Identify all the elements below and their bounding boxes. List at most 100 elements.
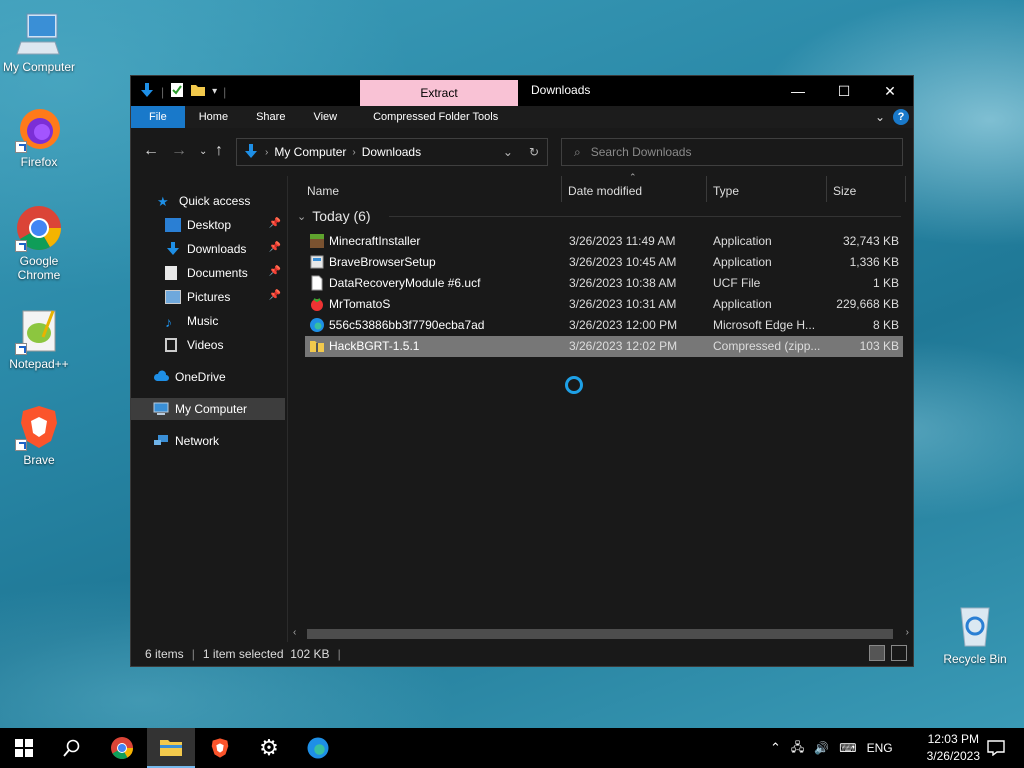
file-row-hackbgrt[interactable]: HackBGRT-1.5.1 3/26/2023 12:02 PM Compre… <box>305 336 903 357</box>
sidebar-item-downloads[interactable]: Downloads 📌 <box>131 238 285 260</box>
large-icons-view-icon[interactable] <box>891 645 907 661</box>
sidebar-item-network[interactable]: Network <box>131 430 285 452</box>
download-location-icon <box>243 143 259 162</box>
computer-icon <box>15 10 63 58</box>
sidebar-item-my-computer[interactable]: My Computer <box>131 398 285 420</box>
file-list-pane: Name ⌃ Date modified Type Size ⌄ Today (… <box>289 172 913 642</box>
keyboard-icon[interactable]: ⌨ <box>839 741 856 755</box>
search-icon: ⌕ <box>574 144 581 159</box>
file-row-bravebrowsersetup[interactable]: BraveBrowserSetup 3/26/2023 10:45 AM App… <box>305 252 903 273</box>
column-label: Name <box>307 184 340 198</box>
column-label: Type <box>713 184 740 198</box>
pin-icon[interactable]: 📌 <box>269 218 281 229</box>
volume-icon[interactable]: 🔊 <box>814 741 829 755</box>
sidebar-item-pictures[interactable]: Pictures 📌 <box>131 286 285 308</box>
desktop-icon-label: My Computer <box>2 60 76 74</box>
maximize-button[interactable]: ☐ <box>821 76 867 106</box>
back-arrow-icon[interactable]: ← <box>143 142 159 160</box>
breadcrumb-my-computer[interactable]: My Computer <box>274 145 346 159</box>
taskbar-edge[interactable] <box>294 728 342 768</box>
desktop-icon-label: Recycle Bin <box>943 652 1007 666</box>
breadcrumb-downloads[interactable]: Downloads <box>362 145 421 159</box>
horizontal-scrollbar[interactable]: ‹ › <box>289 626 913 642</box>
desktop-icon-my-computer[interactable]: My Computer <box>0 10 78 74</box>
language-indicator[interactable]: ENG <box>867 741 893 755</box>
pin-icon[interactable]: 📌 <box>269 242 281 253</box>
desktop-icon-firefox[interactable]: Firefox <box>0 105 78 169</box>
notifications-button[interactable] <box>972 728 1020 768</box>
column-header-size[interactable]: Size <box>833 176 856 206</box>
taskbar-file-explorer[interactable] <box>147 728 195 768</box>
scroll-left-icon[interactable]: ‹ <box>293 627 296 638</box>
close-button[interactable]: ✕ <box>867 76 913 106</box>
file-row-mrtomatos[interactable]: MrTomatoS 3/26/2023 10:31 AM Application… <box>305 294 903 315</box>
scroll-right-icon[interactable]: › <box>906 627 909 638</box>
start-icon <box>15 739 33 757</box>
column-divider[interactable] <box>905 176 906 202</box>
file-row-datarecoverymodule[interactable]: DataRecoveryModule #6.ucf 3/26/2023 10:3… <box>305 273 903 294</box>
desktop-icon-chrome[interactable]: Google Chrome <box>0 204 78 282</box>
desktop-icon-recycle-bin[interactable]: Recycle Bin <box>936 602 1014 666</box>
start-button[interactable] <box>0 728 48 768</box>
column-header-type[interactable]: Type <box>713 176 739 206</box>
properties-icon[interactable] <box>170 82 184 101</box>
desktop-icon-brave[interactable]: Brave <box>0 403 78 467</box>
address-bar[interactable]: › My Computer › Downloads ⌄ ↻ <box>236 138 548 166</box>
sidebar-item-quick-access[interactable]: ★ Quick access <box>131 190 285 212</box>
column-header-date-modified[interactable]: Date modified <box>568 176 642 206</box>
tab-share[interactable]: Share <box>242 106 299 128</box>
sidebar-item-music[interactable]: ♪ Music <box>131 310 285 332</box>
sidebar-item-onedrive[interactable]: OneDrive <box>131 366 285 388</box>
sidebar-item-documents[interactable]: Documents 📌 <box>131 262 285 284</box>
search-button[interactable] <box>48 728 96 768</box>
sidebar-item-videos[interactable]: Videos <box>131 334 285 356</box>
refresh-icon[interactable]: ↻ <box>529 145 539 159</box>
file-size: 8 KB <box>872 318 899 332</box>
tab-compressed-folder-tools[interactable]: Compressed Folder Tools <box>359 106 512 128</box>
navigation-pane: ★ Quick access Desktop 📌 Downloads 📌 Doc… <box>131 176 288 642</box>
taskbar-chrome[interactable] <box>98 728 146 768</box>
file-type: UCF File <box>713 276 761 290</box>
up-arrow-icon[interactable]: ↑ <box>215 142 223 160</box>
breadcrumb-separator-icon: › <box>352 146 356 158</box>
tab-file[interactable]: File <box>131 106 185 128</box>
tab-home[interactable]: Home <box>185 106 242 128</box>
address-dropdown-icon[interactable]: ⌄ <box>503 145 513 159</box>
group-header-today[interactable]: ⌄ Today (6) <box>297 208 371 224</box>
details-view-icon[interactable] <box>869 645 885 661</box>
column-header-name[interactable]: Name <box>307 176 339 206</box>
item-count: 6 items <box>145 647 184 661</box>
new-folder-icon[interactable] <box>190 82 206 101</box>
file-row-edge-html[interactable]: 556c53886bb3f7790ecba7ad 3/26/2023 12:00… <box>305 315 903 336</box>
customize-toolbar-icon[interactable]: ▾ <box>212 86 217 97</box>
chrome-icon <box>111 737 133 759</box>
star-icon: ★ <box>157 194 169 209</box>
chevron-up-icon[interactable]: ⌃ <box>770 740 781 756</box>
network-status-icon[interactable]: 🖧 <box>791 738 804 759</box>
taskbar-settings[interactable]: ⚙ <box>245 728 293 768</box>
sidebar-item-label: OneDrive <box>175 370 226 384</box>
column-divider[interactable] <box>561 176 562 202</box>
ribbon-tabs: File Home Share View Compressed Folder T… <box>131 106 913 128</box>
pin-icon[interactable]: 📌 <box>269 290 281 301</box>
group-divider <box>389 216 901 217</box>
search-box[interactable]: ⌕ Search Downloads <box>561 138 903 166</box>
file-row-minecraftinstaller[interactable]: MinecraftInstaller 3/26/2023 11:49 AM Ap… <box>305 231 903 252</box>
pin-icon[interactable]: 📌 <box>269 266 281 277</box>
column-divider[interactable] <box>826 176 827 202</box>
expand-ribbon-icon[interactable]: ⌄ <box>875 110 885 124</box>
tab-extract[interactable]: Extract <box>360 80 518 106</box>
help-button[interactable]: ? <box>893 109 909 125</box>
scrollbar-thumb[interactable] <box>307 629 893 639</box>
file-name: 556c53886bb3f7790ecba7ad <box>329 318 485 332</box>
taskbar-brave[interactable] <box>196 728 244 768</box>
recent-locations-icon[interactable]: ⌄ <box>199 146 207 157</box>
file-size: 1 KB <box>872 276 899 290</box>
column-divider[interactable] <box>706 176 707 202</box>
forward-arrow-icon[interactable]: → <box>171 142 187 160</box>
desktop-icon-label: Brave <box>23 453 55 467</box>
sidebar-item-desktop[interactable]: Desktop 📌 <box>131 214 285 236</box>
minimize-button[interactable]: — <box>775 76 821 106</box>
desktop-icon-notepadpp[interactable]: Notepad++ <box>0 307 78 371</box>
tab-view[interactable]: View <box>299 106 351 128</box>
